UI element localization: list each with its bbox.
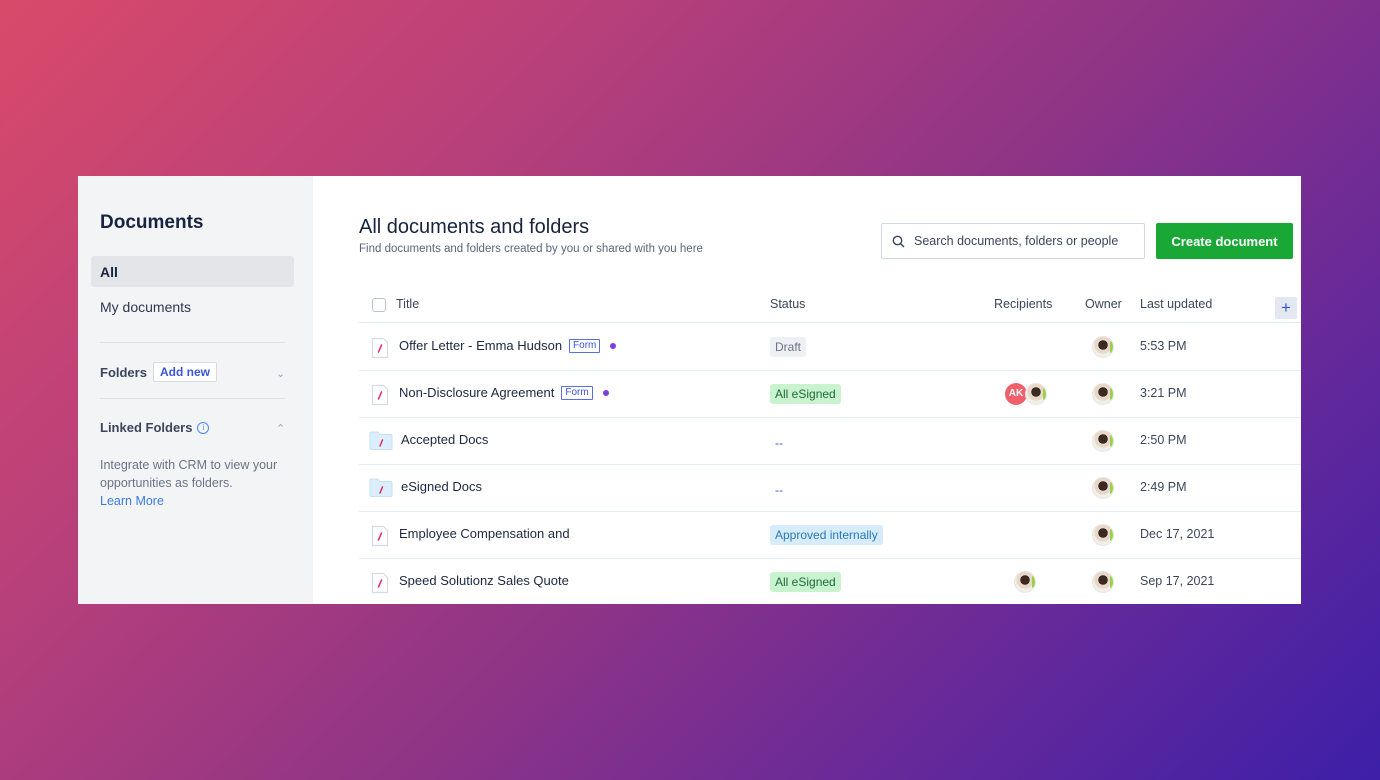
owner-avatar[interactable]	[1092, 477, 1114, 499]
main-content: All documents and folders Find documents…	[313, 176, 1301, 604]
row-title-text[interactable]: Accepted Docs	[401, 432, 488, 447]
form-badge: Form	[569, 338, 601, 353]
add-folder-button[interactable]: Add new	[152, 362, 217, 382]
folder-row[interactable]: Accepted Docs -- 2:50 PM	[359, 417, 1301, 465]
column-recipients[interactable]: Recipients	[994, 297, 1052, 311]
row-title-text[interactable]: Speed Solutionz Sales Quote	[399, 573, 569, 588]
last-updated: Sep 17, 2021	[1140, 574, 1215, 588]
folders-section: Folders Add new	[100, 362, 217, 382]
linked-folders-section: Linked Folders i	[100, 420, 210, 435]
folder-icon	[369, 477, 393, 502]
recipient-avatar-initials[interactable]: AK	[1005, 383, 1027, 405]
sidebar-title: Documents	[100, 212, 204, 233]
search-input[interactable]	[912, 233, 1141, 249]
info-icon[interactable]: i	[197, 421, 210, 434]
sidebar: Documents All My documents Folders Add n…	[78, 176, 313, 604]
column-title[interactable]: Title	[396, 297, 419, 311]
row-title[interactable]: Non-Disclosure Agreement Form	[399, 385, 609, 400]
owner-avatar[interactable]	[1092, 383, 1114, 405]
search-icon	[892, 235, 905, 247]
sidebar-item-my-documents[interactable]: My documents	[91, 291, 294, 322]
search-box[interactable]	[881, 223, 1145, 259]
sidebar-divider	[100, 398, 285, 399]
column-last-updated[interactable]: Last updated	[1140, 297, 1212, 311]
document-row[interactable]: Employee Compensation and Approved intern…	[359, 511, 1301, 559]
sidebar-item-all[interactable]: All	[91, 256, 294, 287]
row-title[interactable]: eSigned Docs	[401, 479, 482, 494]
status-badge: All eSigned	[770, 384, 841, 404]
table-header: Title Status Recipients Owner Last updat…	[359, 288, 1301, 323]
column-status[interactable]: Status	[770, 297, 805, 311]
document-icon	[371, 572, 389, 599]
documents-app: Documents All My documents Folders Add n…	[78, 176, 1301, 604]
select-all-checkbox[interactable]	[372, 298, 386, 312]
document-row[interactable]: Offer Letter - Emma Hudson Form Draft 5:53 …	[359, 323, 1301, 371]
unread-dot	[602, 389, 609, 396]
document-icon	[371, 337, 389, 364]
recipient-avatar[interactable]	[1014, 571, 1036, 593]
last-updated: Dec 17, 2021	[1140, 527, 1215, 541]
chevron-down-icon[interactable]: ⌄	[276, 367, 285, 380]
last-updated: 2:50 PM	[1140, 433, 1187, 447]
folders-label: Folders	[100, 364, 147, 380]
row-title[interactable]: Speed Solutionz Sales Quote	[399, 573, 569, 588]
create-document-button[interactable]: Create document	[1156, 223, 1293, 259]
recipient-avatar[interactable]	[1025, 383, 1047, 405]
document-icon	[371, 384, 389, 411]
row-title[interactable]: Accepted Docs	[401, 432, 488, 447]
column-owner[interactable]: Owner	[1085, 297, 1122, 311]
status-badge: --	[775, 436, 783, 450]
status-badge: All eSigned	[770, 572, 841, 592]
row-title[interactable]: Offer Letter - Emma Hudson Form	[399, 338, 617, 353]
owner-avatar[interactable]	[1092, 430, 1114, 452]
folder-row[interactable]: eSigned Docs -- 2:49 PM	[359, 464, 1301, 512]
status-badge: Approved internally	[770, 525, 883, 545]
row-title-text[interactable]: eSigned Docs	[401, 479, 482, 494]
folder-icon	[369, 430, 393, 455]
owner-avatar[interactable]	[1092, 336, 1114, 358]
linked-folders-description: Integrate with CRM to view your opportun…	[100, 456, 290, 510]
row-title-text[interactable]: Employee Compensation and	[399, 526, 570, 541]
owner-avatar[interactable]	[1092, 571, 1114, 593]
last-updated: 5:53 PM	[1140, 339, 1187, 353]
page-subtitle: Find documents and folders created by yo…	[359, 243, 703, 255]
owner-avatar[interactable]	[1092, 524, 1114, 546]
last-updated: 2:49 PM	[1140, 480, 1187, 494]
description-text: Integrate with CRM to view your opportun…	[100, 458, 278, 490]
row-title-text[interactable]: Non-Disclosure Agreement	[399, 385, 554, 400]
learn-more-link[interactable]: Learn More	[100, 494, 164, 508]
add-column-button[interactable]: +	[1275, 297, 1297, 319]
document-row[interactable]: Non-Disclosure Agreement Form All eSigned A…	[359, 370, 1301, 418]
unread-dot	[610, 342, 617, 349]
row-title-text[interactable]: Offer Letter - Emma Hudson	[399, 338, 562, 353]
page-title: All documents and folders	[359, 216, 590, 238]
last-updated: 3:21 PM	[1140, 386, 1187, 400]
document-row[interactable]: Speed Solutionz Sales Quote All eSigned Se…	[359, 558, 1301, 604]
status-badge: Draft	[770, 337, 807, 357]
chevron-up-icon[interactable]: ⌃	[276, 422, 285, 435]
document-icon	[371, 525, 389, 552]
sidebar-divider	[100, 342, 285, 343]
form-badge: Form	[561, 385, 593, 400]
status-badge: --	[775, 483, 783, 497]
linked-folders-label: Linked Folders	[100, 420, 193, 435]
row-title[interactable]: Employee Compensation and	[399, 526, 570, 541]
